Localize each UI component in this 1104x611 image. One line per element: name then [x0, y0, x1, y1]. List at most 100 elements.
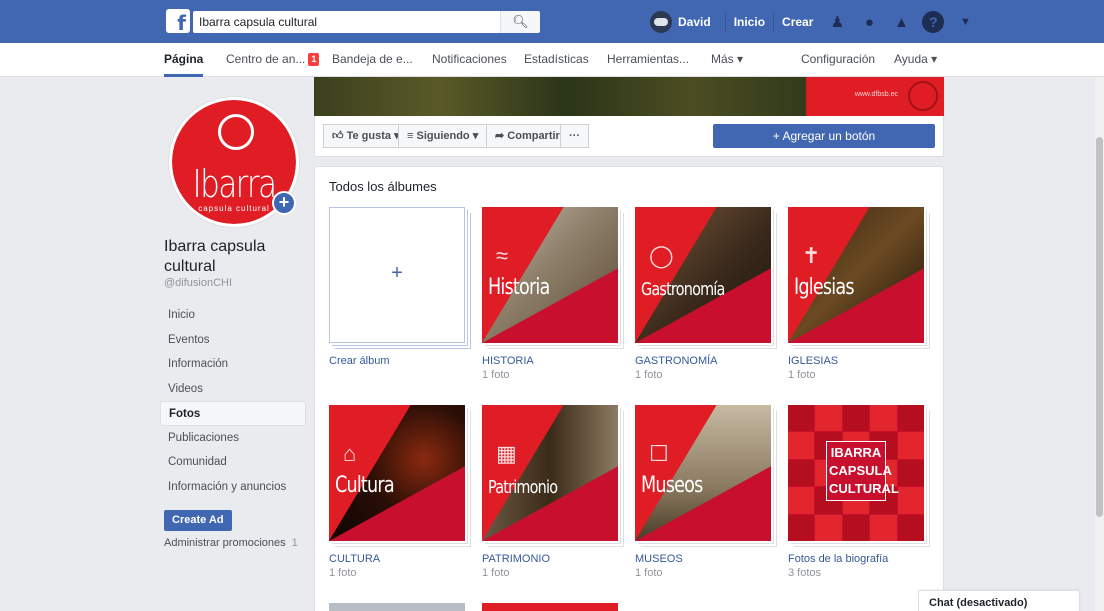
create-ad-button[interactable]: Create Ad: [164, 510, 232, 531]
notifications-bell-icon[interactable]: ▲: [885, 14, 917, 31]
messenger-icon[interactable]: ●: [853, 14, 885, 31]
tab-page[interactable]: Página: [164, 43, 204, 77]
album-thumb[interactable]: ◯ Gastronomía: [635, 207, 771, 343]
tab-tools[interactable]: Herramientas...: [607, 43, 689, 77]
more-options-button[interactable]: ···: [560, 124, 589, 148]
album-card-timeline-photos[interactable]: IBARRA CAPSULA CULTURAL Fotos de la biog…: [788, 405, 924, 579]
building-icon: ▦: [496, 441, 517, 466]
museum-icon: ☐: [649, 441, 669, 466]
monstrance-icon: ✝: [802, 243, 821, 268]
sidebar-item-about[interactable]: Información: [164, 352, 306, 377]
page-title[interactable]: Ibarra capsula cultural: [164, 237, 304, 277]
album-photo-count: 1 foto: [635, 369, 663, 381]
album-cover-title: Gastronomía: [641, 279, 725, 300]
account-menu-caret-icon[interactable]: ▼: [949, 16, 981, 28]
roof-tiles-icon: ≈: [496, 243, 509, 268]
create-album-card[interactable]: + Crear álbum: [329, 207, 465, 367]
sidebar-item-photos[interactable]: Fotos: [160, 401, 306, 426]
sidebar-item-community[interactable]: Comunidad: [164, 450, 306, 475]
thumbs-up-icon: 👍︎: [332, 130, 347, 142]
album-name[interactable]: HISTORIA: [482, 355, 618, 367]
page-section-nav: Inicio Eventos Información Videos Fotos …: [160, 303, 306, 500]
album-thumb[interactable]: ☐ Museos: [635, 405, 771, 541]
album-thumb[interactable]: ⌂ Cultura: [329, 405, 465, 541]
following-button[interactable]: ≡ Siguiendo ▾: [398, 124, 488, 148]
share-button[interactable]: ➦ Compartir: [486, 124, 569, 148]
page-username[interactable]: @difusionCHI: [164, 277, 232, 289]
album-thumb[interactable]: ✝ Iglesias: [788, 207, 924, 343]
manage-promotions-link[interactable]: Administrar promociones 1: [164, 537, 324, 549]
album-photo-count: 1 foto: [788, 369, 816, 381]
album-thumb-partial[interactable]: [482, 603, 618, 611]
cover-url-text: www.dfbsb.ec: [854, 91, 898, 98]
tab-label: Centro de an...: [226, 52, 306, 66]
create-album-thumb[interactable]: +: [329, 207, 465, 343]
sidebar-item-home[interactable]: Inicio: [164, 303, 306, 328]
sidebar-item-posts[interactable]: Publicaciones: [164, 426, 306, 451]
promotions-label: Administrar promociones: [164, 537, 286, 549]
search-input[interactable]: [193, 11, 531, 33]
add-button-cta[interactable]: + Agregar un botón: [713, 124, 935, 148]
notification-badge: 1: [308, 53, 320, 66]
album-cover-title: Patrimonio: [488, 477, 558, 498]
tab-insights[interactable]: Estadísticas: [524, 43, 589, 77]
share-label: Compartir: [507, 130, 560, 142]
album-photo-count: 3 fotos: [788, 567, 822, 579]
album-photo-count: 1 foto: [482, 369, 510, 381]
album-name[interactable]: MUSEOS: [635, 553, 771, 565]
tab-inbox[interactable]: Bandeja de e...: [332, 43, 413, 77]
cover-photo[interactable]: www.dfbsb.ec: [314, 77, 944, 116]
plus-icon: +: [391, 262, 403, 284]
sidebar-item-videos[interactable]: Videos: [164, 377, 306, 402]
album-thumb[interactable]: IBARRA CAPSULA CULTURAL: [788, 405, 924, 541]
chat-tab[interactable]: Chat (desactivado): [918, 590, 1080, 611]
friend-requests-icon[interactable]: ♟: [821, 13, 853, 31]
following-label: Siguiendo ▾: [416, 130, 479, 142]
tab-more[interactable]: Más ▾: [711, 43, 743, 77]
album-card-iglesias[interactable]: ✝ Iglesias IGLESIAS 1 foto: [788, 207, 924, 381]
album-photo-count: 1 foto: [482, 567, 510, 579]
create-album-link[interactable]: Crear álbum: [329, 355, 465, 367]
pot-icon: ◯: [649, 243, 674, 268]
tab-help[interactable]: Ayuda ▾: [894, 43, 937, 77]
tab-settings[interactable]: Configuración: [801, 43, 875, 77]
album-cover-title: IBARRA CAPSULA CULTURAL: [826, 441, 899, 501]
album-thumb[interactable]: ≈ Historia: [482, 207, 618, 343]
like-button[interactable]: 👍︎ Te gusta ▾: [323, 124, 409, 148]
album-card-museos[interactable]: ☐ Museos MUSEOS 1 foto: [635, 405, 771, 579]
album-card-gastronomia[interactable]: ◯ Gastronomía GASTRONOMÍA 1 foto: [635, 207, 771, 381]
album-name[interactable]: IGLESIAS: [788, 355, 924, 367]
share-arrow-icon: ➦: [495, 130, 508, 142]
album-card-patrimonio[interactable]: ▦ Patrimonio PATRIMONIO 1 foto: [482, 405, 618, 579]
album-name[interactable]: PATRIMONIO: [482, 553, 618, 565]
update-profile-picture-icon[interactable]: +: [272, 191, 296, 215]
album-card-cultura[interactable]: ⌂ Cultura CULTURA 1 foto: [329, 405, 465, 579]
album-cover-title: Cultura: [335, 473, 395, 498]
tab-notifications[interactable]: Notificaciones: [432, 43, 507, 77]
search-button[interactable]: 🔍︎: [500, 11, 540, 33]
album-name[interactable]: GASTRONOMÍA: [635, 355, 771, 367]
home-link[interactable]: Inicio: [724, 12, 773, 32]
page-action-bar: 👍︎ Te gusta ▾ ≡ Siguiendo ▾ ➦ Compartir …: [314, 116, 944, 157]
lantern-icon: ⌂: [343, 441, 357, 466]
page-management-tabs: Página Centro de an... 1 Bandeja de e... …: [0, 43, 1104, 77]
scrollbar-thumb[interactable]: [1096, 137, 1103, 517]
album-name[interactable]: CULTURA: [329, 553, 465, 565]
search-icon: 🔍︎: [512, 14, 529, 29]
create-link[interactable]: Crear: [773, 12, 821, 32]
top-navigation-bar: f 🔍︎ David Inicio Crear ♟ ● ▲ ? ▼: [0, 0, 1104, 43]
sidebar-item-events[interactable]: Eventos: [164, 328, 306, 353]
facebook-logo-icon[interactable]: f: [166, 9, 190, 33]
like-label: Te gusta ▾: [346, 130, 400, 142]
album-name[interactable]: Fotos de la biografía: [788, 553, 924, 565]
album-cover-title: Museos: [641, 473, 703, 498]
album-cover-title: Iglesias: [794, 275, 854, 300]
sidebar-item-info-and-ads[interactable]: Información y anuncios: [164, 475, 306, 500]
page-scrollbar[interactable]: [1095, 77, 1104, 611]
help-icon[interactable]: ?: [922, 11, 945, 33]
album-thumb[interactable]: ▦ Patrimonio: [482, 405, 618, 541]
album-card-historia[interactable]: ≈ Historia HISTORIA 1 foto: [482, 207, 618, 381]
profile-link[interactable]: David: [650, 11, 711, 33]
tab-ads-center[interactable]: Centro de an... 1: [226, 43, 320, 77]
album-thumb-partial[interactable]: [329, 603, 465, 611]
